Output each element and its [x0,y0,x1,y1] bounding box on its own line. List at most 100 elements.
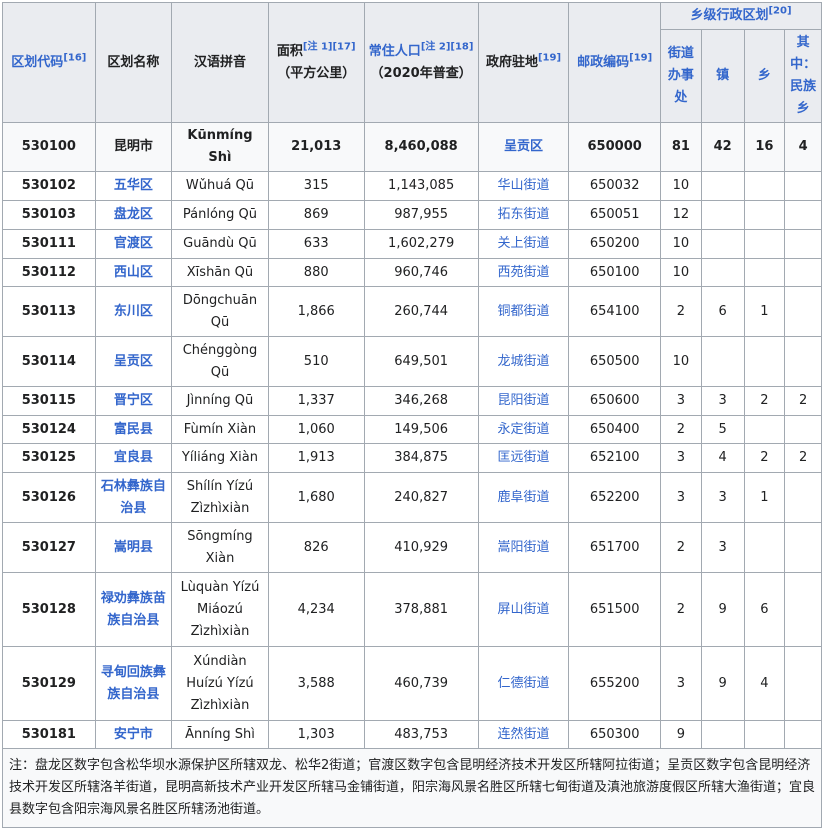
population-link[interactable]: 常住人口 [369,44,421,59]
division-population: 460,739 [363,646,479,721]
postal-ref-link[interactable]: [19] [629,52,652,63]
division-seat: 昆阳街道 [477,386,570,416]
division-name-link[interactable]: 寻甸回族彝族自治县 [101,665,166,702]
division-name-link[interactable]: 富民县 [114,422,153,437]
division-seat-link[interactable]: 屏山街道 [497,602,549,617]
division-seat-link[interactable]: 昆阳街道 [497,393,549,408]
division-postal-text: 652200 [589,489,640,505]
division-seat-link[interactable]: 鹿阜街道 [497,490,549,505]
division-pinyin-text: Xīshān Qū [186,264,254,280]
division-name-link[interactable]: 安宁市 [114,727,153,742]
ethnic-township-link[interactable]: 其中：民族乡 [790,35,816,116]
division-seat-link[interactable]: 拓东街道 [497,207,549,222]
subdistrict-count: 2 [660,572,702,647]
division-postal: 652100 [568,443,661,473]
table-row: 530100 昆明市 Kūnmíng Shì 21,013 8,460,088 呈贡区 65… [2,122,822,172]
division-population-text: 260,744 [394,303,449,319]
division-code-text: 530114 [21,353,76,369]
division-area-text: 1,913 [297,450,335,465]
division-pinyin-text: Chénggòng Qū [182,342,258,380]
subdistrict-count-text: 3 [676,450,685,465]
division-area-text: 21,013 [291,139,342,154]
division-postal: 650300 [568,720,661,749]
division-name-link[interactable]: 禄劝彝族苗族自治县 [101,591,166,628]
township-count [743,258,786,287]
town-count-text: 4 [718,450,727,465]
division-seat: 华山街道 [477,171,570,201]
township-count: 16 [743,122,786,172]
division-seat-link[interactable]: 连然街道 [497,727,549,742]
town-count [700,171,745,201]
division-seat-link[interactable]: 呈贡区 [504,139,543,154]
ethnic-township-count [784,522,822,573]
division-name-link[interactable]: 西山区 [114,265,153,280]
seat-ref-link[interactable]: [19] [538,52,561,63]
division-pinyin: Xīshān Qū [171,258,269,287]
division-area: 633 [267,229,365,259]
subdistrict-count: 2 [660,286,702,337]
division-seat: 屏山街道 [477,572,570,647]
township-count-text: 1 [760,303,769,319]
division-seat-link[interactable]: 匡远街道 [497,450,549,465]
division-postal: 650600 [568,386,661,416]
division-name: 东川区 [94,286,173,337]
division-seat-link[interactable]: 铜都街道 [497,304,549,319]
division-name-link[interactable]: 石林彝族自治县 [101,479,166,516]
ethnic-township-count-text: 2 [798,393,808,408]
area-ref-link[interactable]: [注 1][17] [303,41,356,52]
division-seat-link[interactable]: 龙城街道 [497,354,549,369]
ethnic-township-count [784,336,822,387]
header-code-link[interactable]: 区划代码[16] [11,53,86,70]
division-population-text: 384,875 [394,450,449,465]
subdistrict-count-text: 2 [676,601,685,617]
population-ref-link[interactable]: [注 2][18] [421,41,474,52]
division-postal-text: 651500 [589,601,640,617]
town-count [700,258,745,287]
division-area-text: 633 [303,236,329,251]
division-area: 1,337 [267,386,365,416]
division-area: 510 [267,336,365,387]
division-name-link[interactable]: 官渡区 [114,236,153,251]
division-seat-link[interactable]: 华山街道 [497,178,549,193]
division-postal-text: 654100 [589,303,640,319]
postal-link[interactable]: 邮政编码 [577,55,629,70]
division-name-link[interactable]: 盘龙区 [114,207,153,222]
division-seat-link[interactable]: 仁德街道 [497,676,549,691]
subdistrict-count-text: 2 [676,539,685,555]
township-group-link[interactable]: 乡级行政区划 [690,8,768,23]
division-name-link[interactable]: 嵩明县 [114,540,153,555]
table-row: 530128 禄劝彝族苗族自治县 Lùquàn Yízú Miáozú Zìzhìx… [2,572,822,647]
table-row: 530111 官渡区 Guāndù Qū 633 1,602,279 关上街道 650200… [2,229,822,259]
division-area: 880 [267,258,365,287]
division-pinyin: Ānníng Shì [171,720,269,749]
table-note: 注：盘龙区数字包含松华坝水源保护区所辖双龙、松华2街道；官渡区数字包含昆明经济技… [2,748,822,828]
township-count: 2 [743,386,786,416]
division-seat-link[interactable]: 永定街道 [497,422,549,437]
division-seat-link[interactable]: 嵩阳街道 [497,540,549,555]
division-seat: 仁德街道 [477,646,570,721]
township-ref-link[interactable]: [20] [768,6,791,17]
division-population-text: 460,739 [394,675,449,691]
division-pinyin: Shílín Yízú Zìzhìxiàn [171,472,269,523]
subdistrict-link[interactable]: 街道办事处 [668,46,694,105]
township-link[interactable]: 乡 [758,68,771,83]
division-postal-text: 650000 [587,139,642,154]
division-code-text: 530181 [21,726,76,742]
header-code[interactable]: 区划代码[16] [2,2,96,123]
subdistrict-count: 3 [660,472,702,523]
division-name: 呈贡区 [94,336,173,387]
division-area-text: 826 [303,539,329,555]
division-seat-link[interactable]: 关上街道 [497,236,549,251]
division-seat-link[interactable]: 西苑街道 [497,265,549,280]
division-name-link[interactable]: 东川区 [114,304,153,319]
table-row: 530112 西山区 Xīshān Qū 880 960,746 西苑街道 650100 10 [2,258,822,287]
division-name-link[interactable]: 晋宁区 [114,393,153,408]
division-code-text: 530113 [21,303,76,319]
header-population: 常住人口[注 2][18] （2020年普查） [363,2,479,123]
table-row: 530115 晋宁区 Jìnníng Qū 1,337 346,268 昆阳街道 65060… [2,386,822,416]
division-postal: 651500 [568,572,661,647]
town-link[interactable]: 镇 [716,68,729,83]
division-name-link[interactable]: 五华区 [114,178,153,193]
division-name-link[interactable]: 呈贡区 [114,354,153,369]
division-name-link[interactable]: 宜良县 [114,450,153,465]
